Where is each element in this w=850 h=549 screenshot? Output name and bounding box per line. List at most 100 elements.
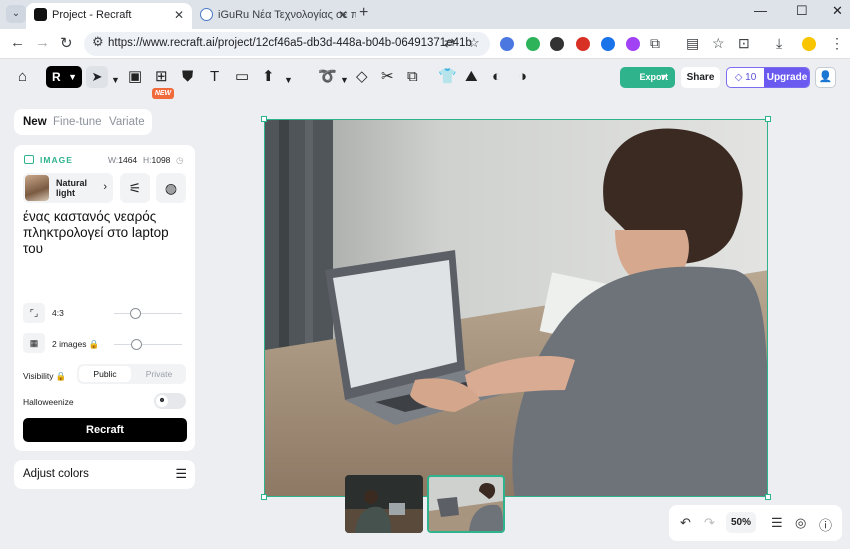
palette-icon[interactable]: ◐	[492, 69, 501, 85]
mockup-shirt-icon[interactable]: ⛊	[182, 69, 193, 85]
aspect-ratio-icon[interactable]: ⌜⌟	[23, 303, 45, 323]
extension-brave-icon[interactable]	[576, 37, 590, 51]
tab-iguru[interactable]: iGuRu Νέα Τεχνολογίας σε πρα… ✕	[192, 3, 356, 29]
generate-frame-icon[interactable]: ⊞	[155, 69, 168, 85]
undo-icon[interactable]: ↶	[680, 515, 691, 531]
resize-handle[interactable]	[261, 116, 267, 122]
lasso-icon[interactable]: ➰	[318, 69, 337, 85]
height-field[interactable]: H:1098	[143, 155, 170, 165]
chevron-down-icon[interactable]: ▼	[340, 72, 349, 88]
sliders-icon[interactable]: ☰	[175, 466, 187, 482]
site-info-icon[interactable]: ⚙	[92, 34, 104, 50]
settings-sliders-icon[interactable]: ⚟	[120, 173, 150, 203]
tab-search-button[interactable]: ⌄	[6, 5, 26, 23]
variant-thumbnail[interactable]	[345, 475, 423, 533]
feedback-icon[interactable]: ◎	[795, 515, 806, 531]
halloweenize-label: Halloweenize	[23, 397, 74, 407]
canvas-controls: ↶ ↷ 50% ☰ ◎ ⓘ	[669, 505, 842, 541]
upgrade-button[interactable]: Upgrade	[764, 68, 809, 87]
extension-translate-icon[interactable]	[500, 37, 514, 51]
adjust-colors-panel[interactable]: Adjust colors ☰	[14, 460, 195, 489]
upload-image-icon[interactable]: ⬆	[262, 69, 275, 85]
prompt-input[interactable]: ένας καστανός νεαρός πληκτρολογεί στο la…	[23, 209, 187, 257]
magic-palette-icon[interactable]: ◑	[518, 69, 527, 85]
image-count-text: 2 images	[52, 339, 87, 349]
image-count-icon[interactable]: ▦	[23, 333, 45, 353]
landscape-icon[interactable]: ⛰	[465, 69, 478, 85]
bookmarks-star-icon[interactable]: ☆	[712, 35, 725, 52]
tab-variate[interactable]: Variate	[109, 116, 145, 128]
aspect-ratio-slider[interactable]	[114, 308, 182, 319]
export-button[interactable]: Export ▼	[620, 67, 675, 88]
share-button[interactable]: Share	[681, 67, 720, 88]
zoom-level[interactable]: 50%	[726, 512, 756, 533]
browser-tab-strip: ⌄ Project - Recraft ✕ iGuRu Νέα Τεχνολογ…	[0, 0, 850, 29]
close-tab-icon[interactable]: ✕	[338, 3, 348, 27]
image-count-slider[interactable]	[114, 339, 182, 350]
visibility-public-option[interactable]: Public	[79, 366, 131, 382]
chevron-down-icon[interactable]: ▼	[284, 72, 293, 88]
shirt-icon[interactable]: 👕	[438, 69, 457, 85]
layers-icon[interactable]: ☰	[771, 515, 783, 531]
aspect-ratio-label: 4:3	[52, 308, 64, 318]
image-tool-icon[interactable]: ▣	[128, 69, 142, 85]
chrome-menu-icon[interactable]: ⋮	[830, 35, 844, 52]
text-tool-icon[interactable]: T	[210, 69, 219, 85]
browser-toolbar: ← → ↻ ⚙ https://www.recraft.ai/project/1…	[0, 29, 850, 59]
close-window-button[interactable]: ✕	[832, 3, 843, 19]
scissors-icon[interactable]: ✂	[381, 69, 394, 85]
forward-icon[interactable]: →	[35, 34, 50, 51]
height-value: 1098	[151, 155, 171, 165]
tool-bar: ⌂ R ▼ ➤ ▼ ▣ ⊞ ⛊ T ▭ ⬆ ▼ ➰ ▼ ◇ ✂ ⧉ 👕 ⛰ ◐ ◑…	[0, 59, 850, 99]
upscale-icon[interactable]: ⧉	[407, 69, 418, 85]
reading-list-icon[interactable]: ▤	[686, 35, 699, 52]
extension-cam-icon[interactable]	[626, 37, 640, 51]
home-icon[interactable]: ⌂	[18, 69, 27, 85]
select-tool-icon[interactable]: ➤	[86, 66, 108, 88]
chevron-down-icon[interactable]: ▼	[111, 72, 120, 88]
translate-icon[interactable]: ⇄	[444, 35, 455, 51]
clock-icon[interactable]: ◷	[176, 155, 183, 166]
slider-knob[interactable]	[131, 339, 142, 350]
slider-knob[interactable]	[130, 308, 141, 319]
maximize-button[interactable]: ☐	[796, 3, 808, 19]
extension-sync-icon[interactable]	[601, 37, 615, 51]
visibility-private-option[interactable]: Private	[134, 366, 184, 382]
tab-fine-tune[interactable]: Fine-tune	[53, 116, 102, 128]
generated-image[interactable]	[264, 119, 768, 497]
image-section-label[interactable]: IMAGE	[24, 155, 73, 165]
variant-thumbnail-selected[interactable]	[427, 475, 505, 533]
comment-icon[interactable]: ▭	[235, 69, 249, 85]
credits-counter[interactable]: ◇ 10	[727, 68, 764, 87]
user-avatar-icon[interactable]: 👤	[815, 67, 836, 88]
help-icon[interactable]: ⓘ	[819, 515, 832, 534]
style-selector[interactable]: Natural light ›	[23, 173, 113, 203]
download-icon[interactable]: ⤓	[776, 35, 782, 52]
recraft-menu-button[interactable]: R ▼	[46, 66, 82, 88]
width-field[interactable]: W:1464	[108, 155, 137, 165]
close-tab-icon[interactable]: ✕	[174, 3, 184, 27]
credits-upgrade-group[interactable]: ◇ 10 Upgrade	[726, 67, 810, 88]
style-thumbnail	[25, 175, 49, 201]
address-bar[interactable]: ⚙ https://www.recraft.ai/project/12cf46a…	[84, 32, 490, 56]
palette-settings-icon[interactable]: ◍	[156, 173, 186, 203]
recraft-button[interactable]: Recraft	[23, 418, 187, 442]
extensions-puzzle-icon[interactable]: ⧉	[650, 35, 660, 52]
extension-shield-icon[interactable]	[526, 37, 540, 51]
tab-new[interactable]: New	[23, 116, 47, 128]
minimize-button[interactable]: —	[754, 3, 767, 18]
bookmark-star-icon[interactable]: ☆	[468, 35, 480, 51]
resize-handle[interactable]	[261, 494, 267, 500]
tab-recraft[interactable]: Project - Recraft ✕	[26, 3, 192, 29]
halloweenize-toggle[interactable]: ☻	[154, 393, 186, 409]
resize-handle[interactable]	[765, 116, 771, 122]
eraser-icon[interactable]: ◇	[356, 69, 368, 85]
resize-handle[interactable]	[765, 494, 771, 500]
redo-icon[interactable]: ↷	[704, 515, 715, 531]
back-icon[interactable]: ←	[10, 34, 25, 51]
profile-avatar-icon[interactable]	[802, 37, 816, 51]
reload-icon[interactable]: ↻	[60, 34, 73, 52]
extension-w-icon[interactable]	[550, 37, 564, 51]
new-tab-button[interactable]: +	[359, 4, 368, 22]
screenshot-icon[interactable]: ⊡	[738, 35, 750, 52]
